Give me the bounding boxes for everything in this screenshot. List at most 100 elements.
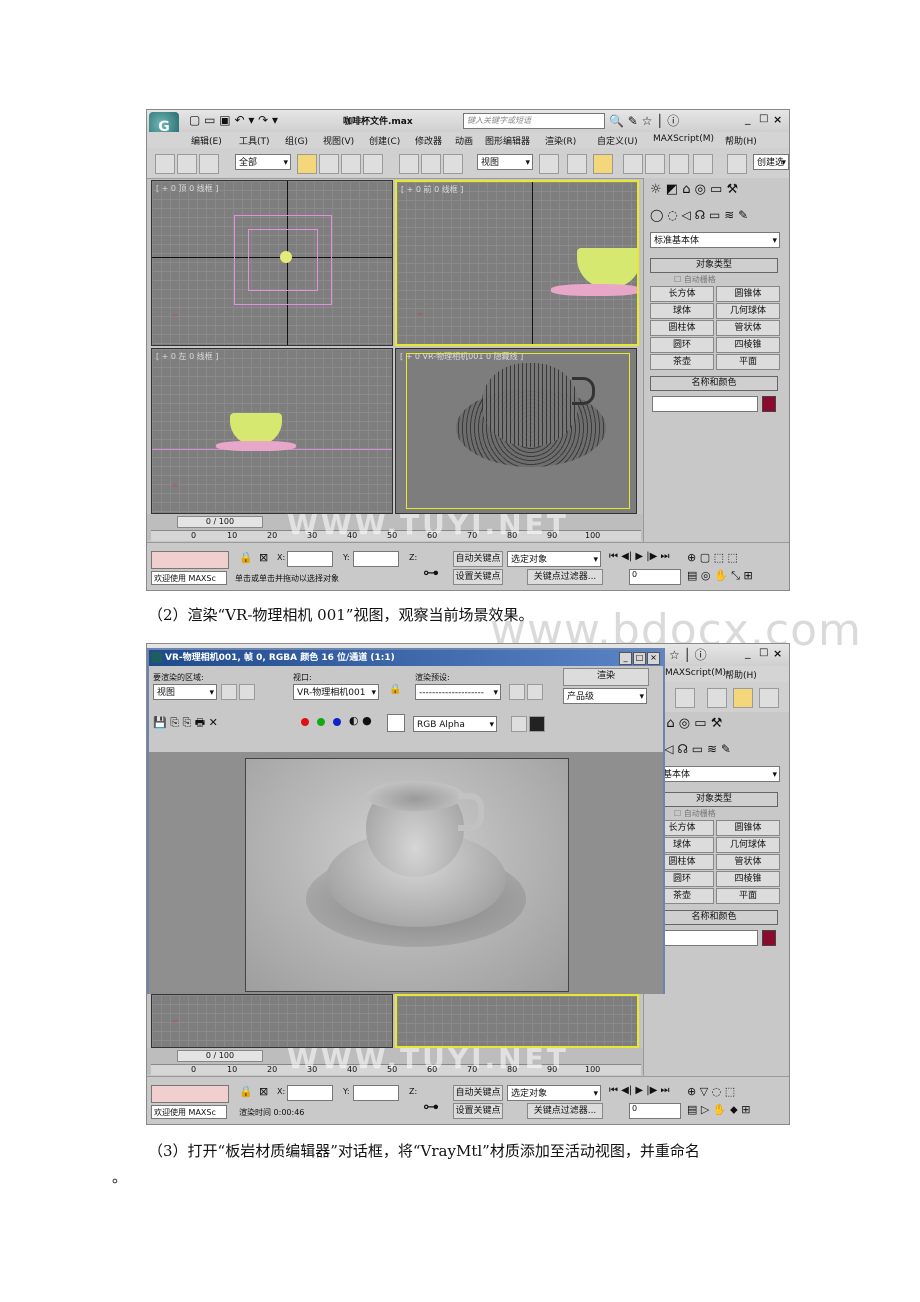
menu-graph-editors[interactable]: 图形编辑器: [485, 134, 530, 147]
keyboard-shortcut-icon[interactable]: [593, 154, 613, 174]
key-filters-button[interactable]: 关键点过滤器...: [527, 569, 603, 585]
auto-region-icon[interactable]: [239, 684, 255, 700]
production-dropdown[interactable]: 产品级: [563, 688, 647, 705]
create-category-icons[interactable]: ◯ ◌ ◁ ☊ ▭ ≋ ✎: [650, 208, 748, 222]
geosphere-button[interactable]: 几何球体: [716, 837, 780, 853]
snaps-icon[interactable]: [623, 154, 643, 174]
key-icon[interactable]: ⊶: [423, 1097, 439, 1116]
viewport-front[interactable]: [ + 0 前 0 线框 ] ⌐: [395, 180, 639, 346]
viewport-nav-icons-2[interactable]: ▤ ▷ ✋ ⬥ ⊞: [687, 1103, 750, 1117]
selection-filter-dropdown[interactable]: 全部: [235, 154, 291, 171]
pyramid-button[interactable]: 四棱锥: [716, 337, 780, 353]
menu-rendering[interactable]: 渲染(R): [545, 134, 576, 147]
lock-icon[interactable]: 🔒: [239, 551, 253, 564]
menu-modifiers[interactable]: 修改器: [415, 134, 442, 147]
geosphere-button[interactable]: 几何球体: [716, 303, 780, 319]
spinner-snap-icon[interactable]: [693, 154, 713, 174]
name-color-rollout[interactable]: 名称和颜色: [650, 910, 778, 925]
plane-button[interactable]: 平面: [716, 354, 780, 370]
maximize-button[interactable]: □: [759, 113, 768, 124]
search-tools-icons[interactable]: 🔍 ✎ ☆ │ ⓘ: [609, 112, 679, 129]
viewport-nav-icons[interactable]: ⊕ ▢ ⬚ ⬚: [687, 551, 738, 564]
rect-selection-icon[interactable]: [341, 154, 361, 174]
minimize-button[interactable]: _: [745, 646, 751, 659]
viewport-left[interactable]: ⌐: [151, 994, 393, 1048]
menu-help[interactable]: 帮助(H): [725, 668, 757, 681]
render-iterative-icon[interactable]: [759, 688, 779, 708]
autogrid-checkbox[interactable]: ☐ 自动栅格: [674, 274, 716, 285]
object-type-rollout[interactable]: 对象类型: [650, 258, 778, 273]
lock-icon[interactable]: 🔒: [239, 1085, 253, 1098]
display-toggle-icon[interactable]: [511, 716, 527, 732]
current-frame-field[interactable]: 0: [629, 1103, 681, 1119]
key-filters-button[interactable]: 关键点过滤器...: [527, 1103, 603, 1119]
command-panel-tabs[interactable]: ☼ ◩ ⌂ ◎ ▭ ⚒: [650, 182, 738, 197]
link-icon[interactable]: [155, 154, 175, 174]
render-window-minimize-button[interactable]: _: [619, 652, 632, 665]
mono-toggle-icon[interactable]: [529, 716, 545, 732]
area-dropdown[interactable]: 视图: [153, 684, 217, 701]
key-mode-dropdown[interactable]: 选定对象: [507, 1085, 601, 1102]
pyramid-button[interactable]: 四棱锥: [716, 871, 780, 887]
set-key-button[interactable]: 设置关键点: [453, 569, 503, 585]
green-channel-icon[interactable]: [317, 718, 325, 726]
named-selection-field[interactable]: 创建选: [753, 154, 789, 171]
torus-button[interactable]: 圆环: [650, 337, 714, 353]
menu-maxscript[interactable]: MAXScript(M): [665, 668, 726, 678]
select-by-name-icon[interactable]: [319, 154, 339, 174]
channel-dropdown[interactable]: RGB Alpha: [413, 716, 497, 733]
menu-edit[interactable]: 编辑(E): [191, 134, 222, 147]
absolute-mode-icon[interactable]: ⊠: [259, 1085, 268, 1098]
close-button[interactable]: ×: [773, 113, 782, 126]
search-input[interactable]: 键入关键字或短语: [463, 113, 605, 129]
color-swatch[interactable]: [387, 714, 405, 732]
environment-icon[interactable]: [527, 684, 543, 700]
cylinder-button[interactable]: 圆柱体: [650, 320, 714, 336]
x-coord-field[interactable]: [287, 551, 333, 567]
quick-access-icons[interactable]: ▢ ▭ ▣ ↶ ▾ ↷ ▾: [189, 113, 278, 127]
render-production-icon[interactable]: [733, 688, 753, 708]
menu-create[interactable]: 创建(C): [369, 134, 400, 147]
menu-maxscript[interactable]: MAXScript(M): [653, 134, 714, 144]
maxscript-listener-field[interactable]: [151, 551, 229, 569]
lock-viewport-icon[interactable]: 🔒: [389, 684, 401, 695]
menu-animation[interactable]: 动画: [455, 134, 473, 147]
minimize-button[interactable]: _: [745, 112, 751, 125]
render-window-close-button[interactable]: ×: [647, 652, 660, 665]
object-type-rollout[interactable]: 对象类型: [650, 792, 778, 807]
viewport-top[interactable]: [ + 0 顶 0 线框 ] ⌐: [151, 180, 393, 346]
time-slider-handle[interactable]: 0 / 100: [177, 516, 263, 528]
box-button[interactable]: 长方体: [650, 286, 714, 302]
y-coord-field[interactable]: [353, 551, 399, 567]
tube-button[interactable]: 管状体: [716, 320, 780, 336]
blue-channel-icon[interactable]: [333, 718, 341, 726]
percent-snap-icon[interactable]: [669, 154, 689, 174]
object-color-swatch[interactable]: [762, 930, 776, 946]
render-window-maximize-button[interactable]: □: [633, 652, 646, 665]
menu-customize[interactable]: 自定义(U): [597, 134, 638, 147]
reference-coord-dropdown[interactable]: 视图: [477, 154, 533, 171]
teapot-button[interactable]: 茶壶: [650, 354, 714, 370]
search-tools-icons[interactable]: ☆ │ ⓘ: [669, 646, 707, 663]
render-setup-icon[interactable]: [675, 688, 695, 708]
close-button[interactable]: ×: [773, 647, 782, 660]
set-key-button[interactable]: 设置关键点: [453, 1103, 503, 1119]
current-frame-field[interactable]: 0: [629, 569, 681, 585]
x-coord-field[interactable]: [287, 1085, 333, 1101]
menu-group[interactable]: 组(G): [285, 134, 308, 147]
name-color-rollout[interactable]: 名称和颜色: [650, 376, 778, 391]
select-object-icon[interactable]: [297, 154, 317, 174]
time-slider-handle[interactable]: 0 / 100: [177, 1050, 263, 1062]
auto-key-button[interactable]: 自动关键点: [453, 1085, 503, 1101]
rendered-frame-icon[interactable]: [707, 688, 727, 708]
angle-snap-icon[interactable]: [645, 154, 665, 174]
auto-key-button[interactable]: 自动关键点: [453, 551, 503, 567]
cone-button[interactable]: 圆锥体: [716, 286, 780, 302]
edit-named-selection-icon[interactable]: [727, 154, 747, 174]
move-icon[interactable]: [399, 154, 419, 174]
viewport-camera[interactable]: [ + 0 VR-物理相机001 0 隐藏线 ]: [395, 348, 637, 514]
y-coord-field[interactable]: [353, 1085, 399, 1101]
viewport-dropdown[interactable]: VR-物理相机001: [293, 684, 379, 701]
render-button[interactable]: 渲染: [563, 668, 649, 686]
menu-help[interactable]: 帮助(H): [725, 134, 757, 147]
